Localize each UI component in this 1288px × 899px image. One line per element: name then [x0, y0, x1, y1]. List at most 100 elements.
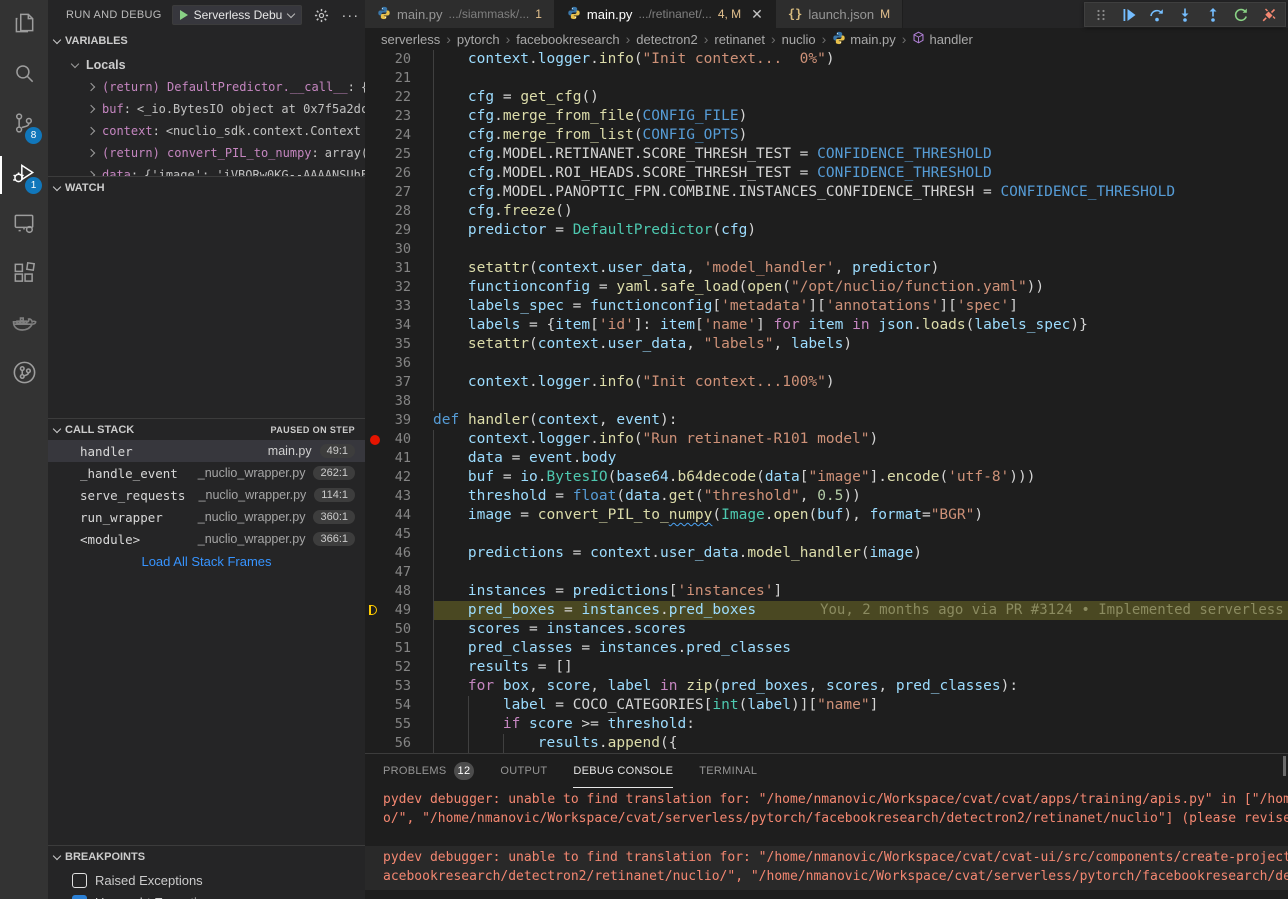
code-line-54[interactable]: 54 label = COCO_CATEGORIES[int(label)]["…: [365, 696, 1288, 715]
console-message-block[interactable]: pydev debugger: unable to find translati…: [365, 788, 1288, 832]
step-into-icon[interactable]: [1173, 4, 1197, 26]
code-line-38[interactable]: 38: [365, 392, 1288, 411]
code-line-41[interactable]: 41 data = event.body: [365, 449, 1288, 468]
code-line-46[interactable]: 46 predictions = context.user_data.model…: [365, 544, 1288, 563]
step-out-icon[interactable]: [1201, 4, 1225, 26]
code-line-27[interactable]: 27 cfg.MODEL.PANOPTIC_FPN.COMBINE.INSTAN…: [365, 183, 1288, 202]
variable-row[interactable]: buf:<_io.BytesIO object at 0x7f5a2dc1ecc…: [48, 98, 365, 120]
load-all-stack-frames-link[interactable]: Load All Stack Frames: [48, 554, 365, 569]
watch-section-header[interactable]: WATCH: [48, 176, 365, 198]
code-line-37[interactable]: 37 context.logger.info("Init context...1…: [365, 373, 1288, 392]
code-line-24[interactable]: 24 cfg.merge_from_list(CONFIG_OPTS): [365, 126, 1288, 145]
breadcrumb-item-handler[interactable]: handler: [912, 31, 972, 47]
variable-row[interactable]: context:<nuclio_sdk.context.Context obje…: [48, 120, 365, 142]
code-line-45[interactable]: 45: [365, 525, 1288, 544]
code-line-28[interactable]: 28 cfg.freeze(): [365, 202, 1288, 221]
code-line-33[interactable]: 33 labels_spec = functionconfig['metadat…: [365, 297, 1288, 316]
variables-section-header[interactable]: VARIABLES: [48, 30, 365, 52]
gutter-breakpoint-column[interactable]: [365, 715, 387, 734]
launch-config-dropdown[interactable]: Serverless Debu: [172, 5, 303, 25]
breadcrumb-item-retinanet[interactable]: retinanet: [714, 32, 765, 47]
code-line-31[interactable]: 31 setattr(context.user_data, 'model_han…: [365, 259, 1288, 278]
call-stack-frame[interactable]: serve_requests_nuclio_wrapper.py114:1: [48, 484, 365, 506]
console-message-block[interactable]: pydev debugger: unable to find translati…: [365, 846, 1288, 890]
tab-main-py-0[interactable]: main.py.../siammask/...1: [365, 0, 555, 28]
gutter-breakpoint-column[interactable]: [365, 525, 387, 544]
call-stack-frame[interactable]: <module>_nuclio_wrapper.py366:1: [48, 528, 365, 550]
activity-item-test-explorer[interactable]: [0, 350, 48, 400]
code-line-55[interactable]: 55 if score >= threshold:: [365, 715, 1288, 734]
code-line-49[interactable]: 49 pred_boxes = instances.pred_boxesYou,…: [365, 601, 1288, 620]
panel-tab-output[interactable]: OUTPUT: [500, 754, 547, 788]
code-line-21[interactable]: 21: [365, 69, 1288, 88]
code-editor[interactable]: 20 context.logger.info("Init context... …: [365, 50, 1288, 753]
code-line-53[interactable]: 53 for box, score, label in zip(pred_box…: [365, 677, 1288, 696]
code-line-25[interactable]: 25 cfg.MODEL.RETINANET.SCORE_THRESH_TEST…: [365, 145, 1288, 164]
gutter-breakpoint-column[interactable]: [365, 620, 387, 639]
gutter-breakpoint-column[interactable]: [365, 658, 387, 677]
code-line-22[interactable]: 22 cfg = get_cfg(): [365, 88, 1288, 107]
gutter-breakpoint-column[interactable]: [365, 373, 387, 392]
gutter-breakpoint-column[interactable]: [365, 259, 387, 278]
gutter-breakpoint-column[interactable]: [365, 88, 387, 107]
activity-item-search[interactable]: [0, 50, 48, 100]
breadcrumb-item-nuclio[interactable]: nuclio: [782, 32, 816, 47]
breakpoints-section-header[interactable]: BREAKPOINTS: [48, 845, 365, 867]
gutter-breakpoint-column[interactable]: [365, 411, 387, 430]
call-stack-frame[interactable]: handlermain.py49:1: [48, 440, 365, 462]
gutter-breakpoint-column[interactable]: [365, 335, 387, 354]
breakpoint-row[interactable]: Uncaught Exceptions: [48, 891, 365, 899]
gutter-breakpoint-column[interactable]: [365, 696, 387, 715]
gutter-breakpoint-column[interactable]: [365, 734, 387, 753]
breadcrumb-item-facebookresearch[interactable]: facebookresearch: [516, 32, 619, 47]
code-line-50[interactable]: 50 scores = instances.scores: [365, 620, 1288, 639]
code-line-32[interactable]: 32 functionconfig = yaml.safe_load(open(…: [365, 278, 1288, 297]
activity-item-run-debug[interactable]: 1: [0, 150, 48, 200]
gutter-breakpoint-column[interactable]: [365, 297, 387, 316]
gutter-breakpoint-column[interactable]: [365, 506, 387, 525]
code-line-52[interactable]: 52 results = []: [365, 658, 1288, 677]
code-line-39[interactable]: 39def handler(context, event):: [365, 411, 1288, 430]
close-icon[interactable]: ✕: [751, 6, 763, 23]
panel-tab-problems[interactable]: PROBLEMS12: [383, 754, 474, 788]
checkbox[interactable]: [72, 895, 87, 899]
call-stack-section-header[interactable]: CALL STACK PAUSED ON STEP: [48, 418, 365, 440]
breakpoint-icon[interactable]: [370, 435, 380, 445]
panel-scrollbar[interactable]: [1283, 756, 1286, 776]
gutter-breakpoint-column[interactable]: [365, 221, 387, 240]
gutter-breakpoint-column[interactable]: [365, 430, 387, 449]
variable-row[interactable]: (return) DefaultPredictor.__call__:{'ins…: [48, 76, 365, 98]
code-line-26[interactable]: 26 cfg.MODEL.ROI_HEADS.SCORE_THRESH_TEST…: [365, 164, 1288, 183]
code-line-56[interactable]: 56 results.append({: [365, 734, 1288, 753]
breadcrumb-item-detectron2[interactable]: detectron2: [636, 32, 697, 47]
gutter-breakpoint-column[interactable]: [365, 145, 387, 164]
call-stack-frame[interactable]: run_wrapper_nuclio_wrapper.py360:1: [48, 506, 365, 528]
gutter-breakpoint-column[interactable]: [365, 487, 387, 506]
code-line-47[interactable]: 47: [365, 563, 1288, 582]
code-line-36[interactable]: 36: [365, 354, 1288, 373]
continue-icon[interactable]: [1117, 4, 1141, 26]
gutter-breakpoint-column[interactable]: [365, 468, 387, 487]
gutter-breakpoint-column[interactable]: [365, 126, 387, 145]
gutter-breakpoint-column[interactable]: [365, 563, 387, 582]
gutter-breakpoint-column[interactable]: [365, 354, 387, 373]
code-line-20[interactable]: 20 context.logger.info("Init context... …: [365, 50, 1288, 69]
code-line-42[interactable]: 42 buf = io.BytesIO(base64.b64decode(dat…: [365, 468, 1288, 487]
gutter-breakpoint-column[interactable]: [365, 240, 387, 259]
start-debug-icon[interactable]: [180, 10, 188, 20]
panel-tab-terminal[interactable]: TERMINAL: [699, 754, 757, 788]
restart-icon[interactable]: [1229, 4, 1253, 26]
gutter-breakpoint-column[interactable]: [365, 278, 387, 297]
gutter-breakpoint-column[interactable]: [365, 107, 387, 126]
activity-item-source-control[interactable]: 8: [0, 100, 48, 150]
code-line-35[interactable]: 35 setattr(context.user_data, "labels", …: [365, 335, 1288, 354]
variable-row[interactable]: data:{'image': 'iVBORw0KG--AAAANSUhE…: [48, 164, 365, 176]
code-line-40[interactable]: 40 context.logger.info("Run retinanet-R1…: [365, 430, 1288, 449]
tab-launch-json-2[interactable]: {}launch.jsonM: [776, 0, 903, 28]
variable-row[interactable]: (return) convert_PIL_to_numpy:array([[[ …: [48, 142, 365, 164]
breakpoint-row[interactable]: Raised Exceptions: [48, 869, 365, 891]
gutter-breakpoint-column[interactable]: [365, 50, 387, 69]
gutter-breakpoint-column[interactable]: [365, 449, 387, 468]
gutter-breakpoint-column[interactable]: [365, 639, 387, 658]
variables-scope-locals[interactable]: Locals: [48, 54, 365, 76]
